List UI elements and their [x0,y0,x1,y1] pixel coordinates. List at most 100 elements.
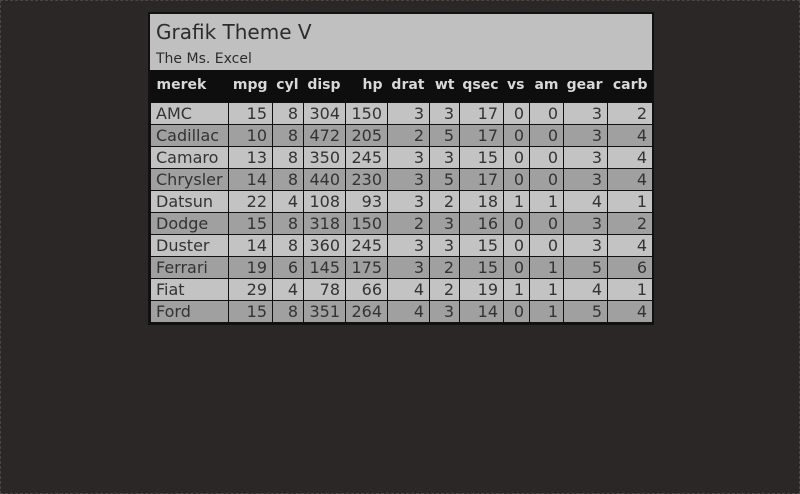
table-cell-mpg: 15 [228,212,273,235]
table-cell-cyl: 8 [272,124,304,147]
table-cell-disp: 360 [303,234,346,257]
table-cell-qsec: 16 [459,212,504,235]
table-cell-drat: 3 [387,190,430,213]
table-cell-mpg: 15 [228,300,273,323]
table-cell-gear: 3 [563,212,608,235]
table-cell-carb: 4 [607,124,653,147]
table-cell-drat: 3 [387,256,430,279]
table-cell-merek: Ferrari [150,256,229,279]
table-cell-am: 0 [529,212,564,235]
table-cell-qsec: 19 [459,278,504,301]
table-cell-merek: Duster [150,234,229,257]
table-cell-carb: 6 [607,256,653,279]
table-cell-vs: 1 [503,278,530,301]
table-cell-wt: 2 [429,278,460,301]
table-cell-qsec: 15 [459,234,504,257]
table-cell-merek: Camaro [150,146,229,169]
table-cell-gear: 5 [563,300,608,323]
table-cell-qsec: 18 [459,190,504,213]
table-cell-drat: 3 [387,168,430,191]
table-cell-disp: 304 [303,102,346,125]
table-row: Datsun 22 4 108 93 3 2 18 1 1 4 1 [150,190,653,213]
table-cell-am: 0 [529,146,564,169]
table-cell-wt: 3 [429,212,460,235]
table-cell-carb: 2 [607,212,653,235]
column-header-qsec: qsec [459,70,504,100]
table-cell-am: 1 [529,278,564,301]
table-cell-drat: 3 [387,146,430,169]
table-cell-drat: 2 [387,124,430,147]
table-cell-vs: 1 [503,190,530,213]
table-row: Cadillac 10 8 472 205 2 5 17 0 0 3 4 [150,124,653,147]
table-body: AMC 15 8 304 150 3 3 17 0 0 3 2 Cadillac 10 8 472 205 2 5 1… [150,100,653,323]
table-cell-vs: 0 [503,300,530,323]
table-cell-am: 1 [529,300,564,323]
table-row: Chrysler 14 8 440 230 3 5 17 0 0 3 4 [150,168,653,191]
table-cell-hp: 150 [345,212,388,235]
table-cell-disp: 351 [303,300,346,323]
table-cell-hp: 150 [345,102,388,125]
table-cell-vs: 0 [503,168,530,191]
table-cell-gear: 3 [563,124,608,147]
table-cell-cyl: 6 [272,256,304,279]
table-cell-vs: 0 [503,212,530,235]
table-row: Camaro 13 8 350 245 3 3 15 0 0 3 4 [150,146,653,169]
table-cell-carb: 4 [607,234,653,257]
data-table-panel: Grafik Theme V The Ms. Excel merek mpg cyl… [148,12,654,325]
table-cell-mpg: 22 [228,190,273,213]
column-header-am: am [529,70,564,100]
table-cell-cyl: 8 [272,102,304,125]
table-cell-drat: 3 [387,234,430,257]
table-cell-cyl: 4 [272,278,304,301]
table-cell-carb: 1 [607,190,653,213]
table-cell-disp: 318 [303,212,346,235]
column-header-cyl: cyl [272,70,304,100]
table-cell-wt: 5 [429,124,460,147]
column-header-vs: vs [503,70,530,100]
table-cell-merek: AMC [150,102,229,125]
table-cell-qsec: 15 [459,146,504,169]
data-table: merek mpg cyl disp hp drat wt qsec vs am gear carb … [150,70,653,323]
column-header-mpg: mpg [228,70,273,100]
table-cell-disp: 440 [303,168,346,191]
table-cell-disp: 108 [303,190,346,213]
column-header-hp: hp [345,70,388,100]
table-cell-am: 0 [529,234,564,257]
table-cell-merek: Ford [150,300,229,323]
table-cell-drat: 4 [387,300,430,323]
table-cell-qsec: 17 [459,102,504,125]
table-cell-mpg: 10 [228,124,273,147]
table-cell-mpg: 14 [228,234,273,257]
table-row: Duster 14 8 360 245 3 3 15 0 0 3 4 [150,234,653,257]
table-cell-cyl: 8 [272,146,304,169]
table-cell-gear: 5 [563,256,608,279]
table-row: Ford 15 8 351 264 4 3 14 0 1 5 4 [150,300,653,323]
table-cell-carb: 1 [607,278,653,301]
table-cell-hp: 175 [345,256,388,279]
table-cell-vs: 0 [503,124,530,147]
table-row: Ferrari 19 6 145 175 3 2 15 0 1 5 6 [150,256,653,279]
table-cell-disp: 145 [303,256,346,279]
table-cell-wt: 3 [429,234,460,257]
table-cell-merek: Dodge [150,212,229,235]
table-cell-hp: 93 [345,190,388,213]
table-cell-vs: 0 [503,234,530,257]
column-header-gear: gear [563,70,608,100]
column-header-drat: drat [387,70,430,100]
table-cell-vs: 0 [503,102,530,125]
table-cell-hp: 205 [345,124,388,147]
table-cell-am: 1 [529,256,564,279]
table-cell-qsec: 17 [459,124,504,147]
table-cell-mpg: 15 [228,102,273,125]
table-cell-merek: Datsun [150,190,229,213]
table-cell-cyl: 4 [272,190,304,213]
table-cell-wt: 2 [429,190,460,213]
table-cell-qsec: 14 [459,300,504,323]
table-cell-merek: Fiat [150,278,229,301]
table-cell-am: 0 [529,168,564,191]
table-cell-carb: 4 [607,146,653,169]
table-cell-mpg: 29 [228,278,273,301]
column-header-carb: carb [607,70,653,100]
table-cell-disp: 472 [303,124,346,147]
table-cell-cyl: 8 [272,234,304,257]
